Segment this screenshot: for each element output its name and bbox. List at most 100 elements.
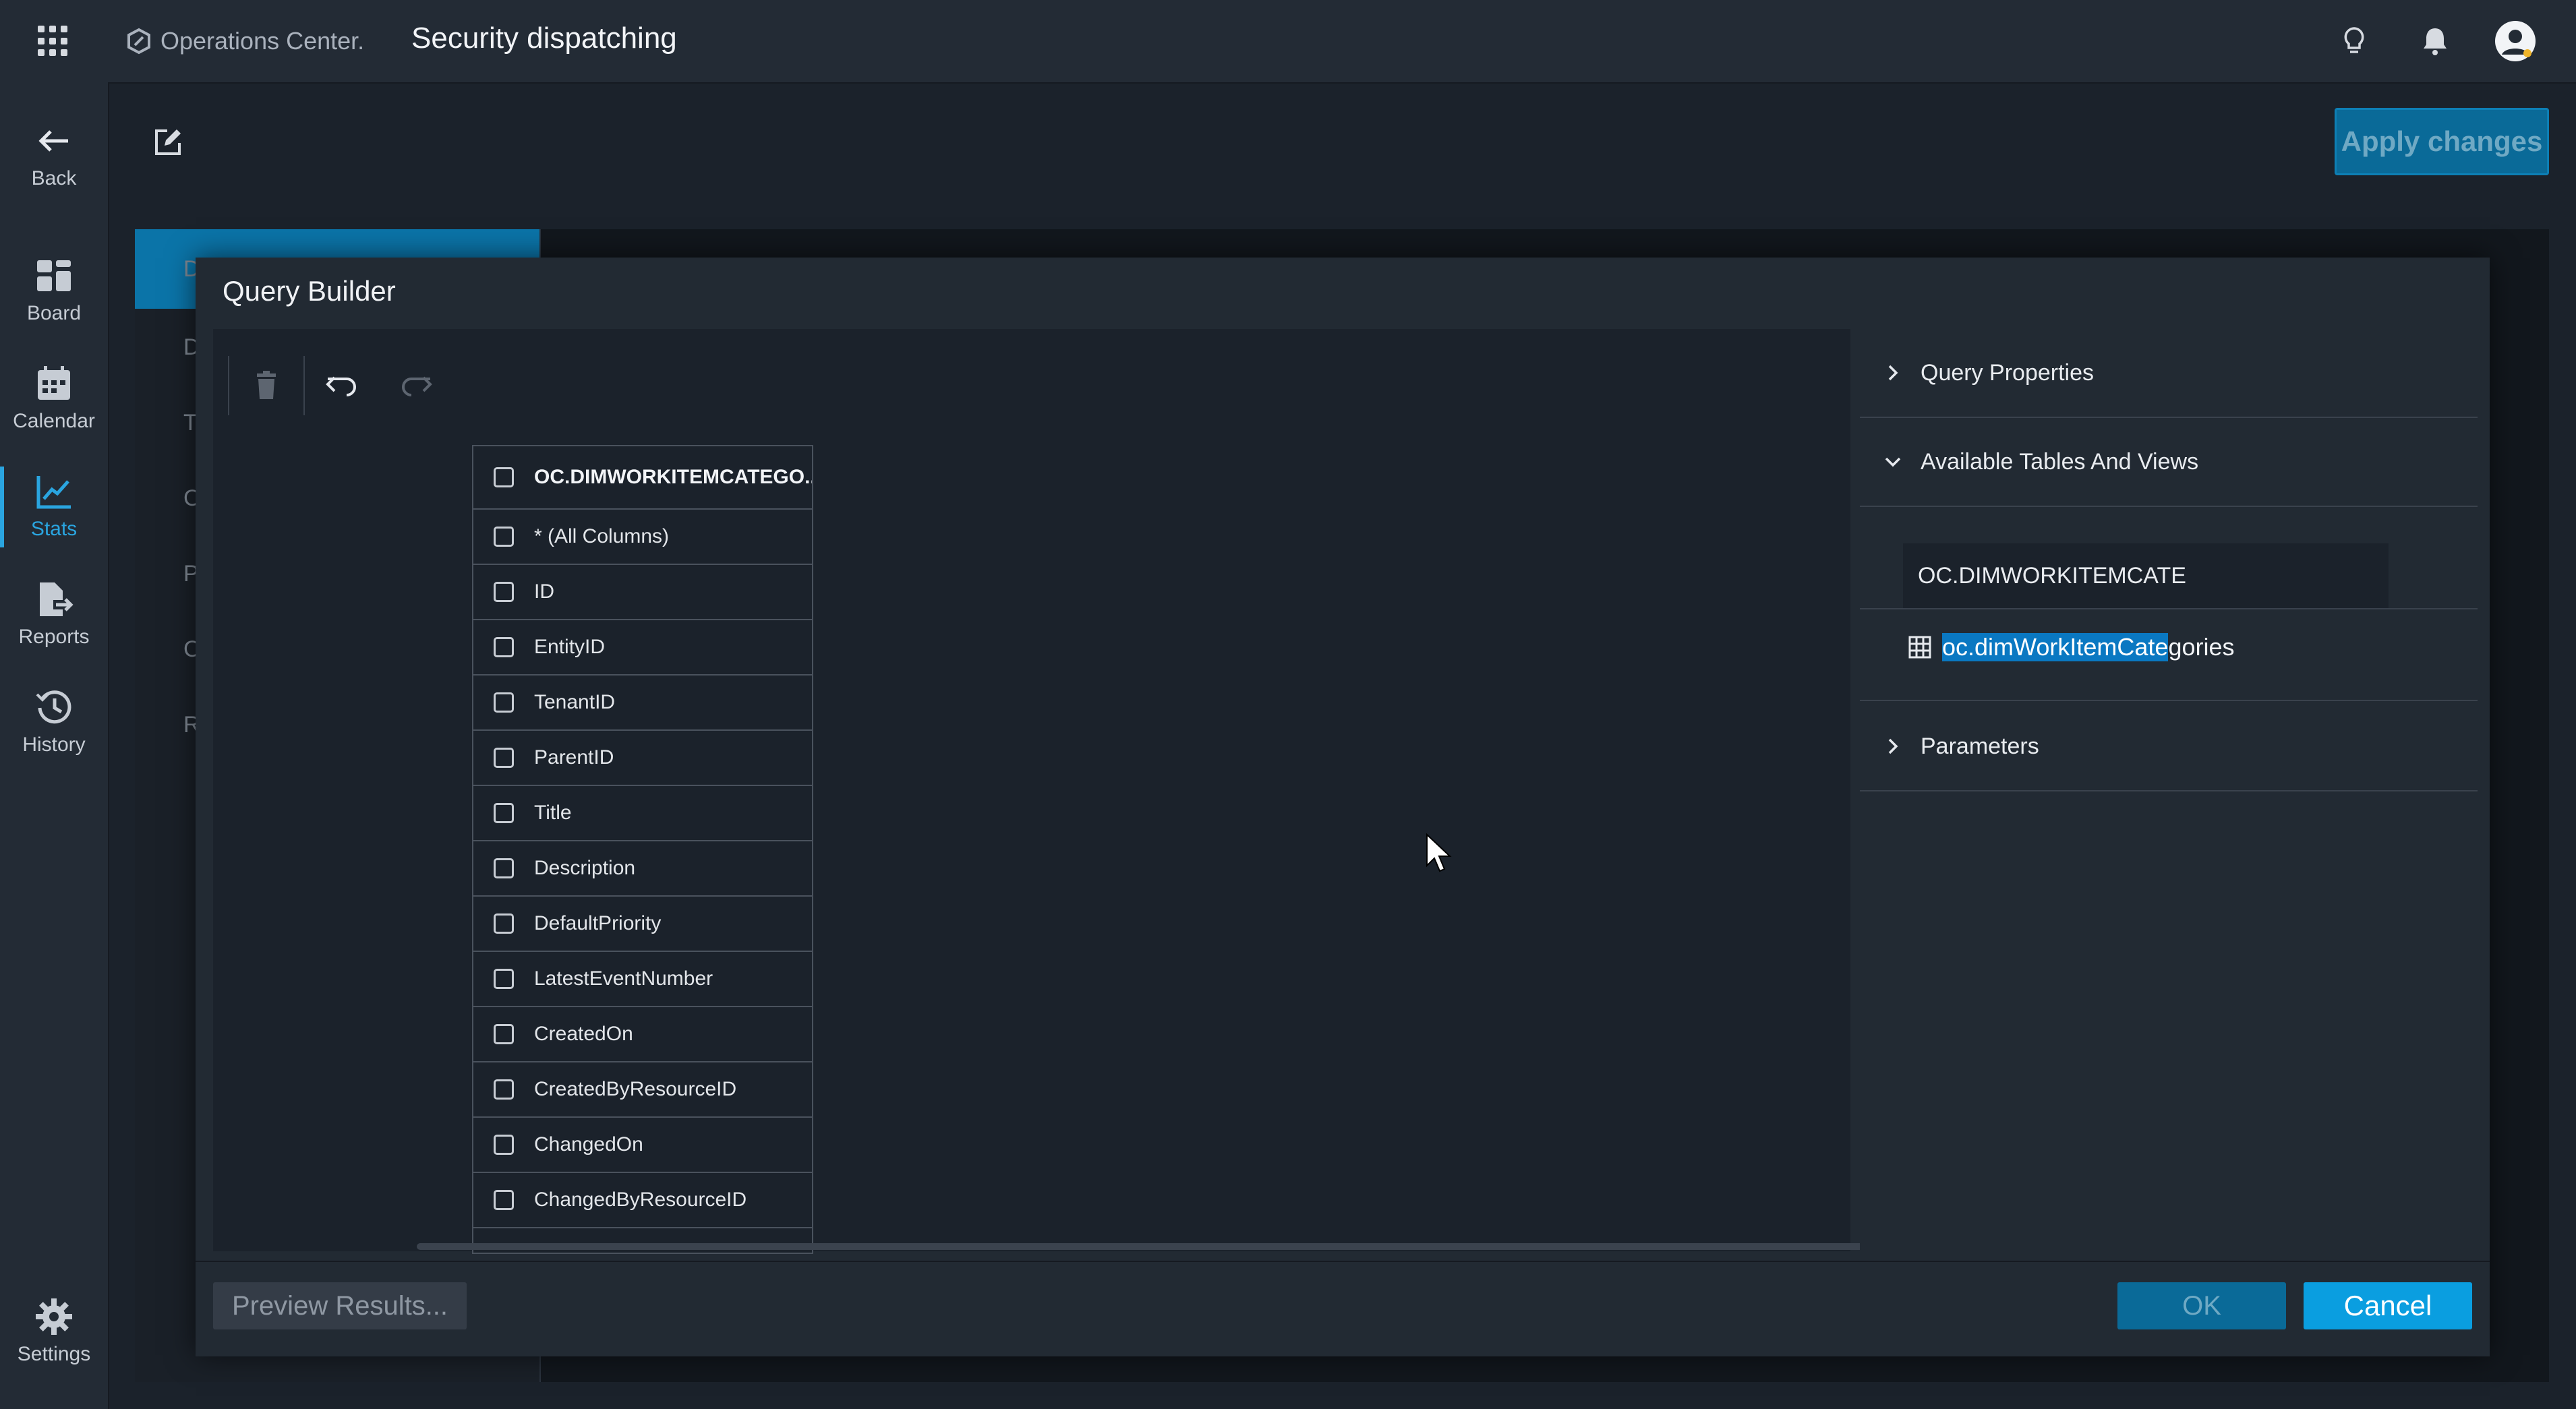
nav-calendar[interactable]: Calendar	[0, 349, 108, 444]
nav-history[interactable]: History	[0, 673, 108, 767]
column-checkbox[interactable]	[494, 692, 514, 713]
column-name: ParentID	[534, 746, 614, 769]
column-checkbox[interactable]	[494, 637, 514, 657]
column-row[interactable]: EntityID	[473, 620, 812, 676]
column-checkbox[interactable]	[494, 582, 514, 602]
column-checkbox[interactable]	[494, 748, 514, 768]
nav-settings[interactable]: Settings	[0, 1282, 108, 1377]
accordion-parameters[interactable]: Parameters	[1860, 702, 2478, 791]
trash-icon	[257, 371, 276, 399]
nav-reports-label: Reports	[18, 626, 90, 648]
column-name: Description	[534, 857, 636, 879]
apply-changes-button[interactable]: Apply changes	[2335, 108, 2549, 175]
top-bar: Operations Center. Security dispatching	[0, 0, 2576, 84]
table-select-checkbox[interactable]	[494, 467, 514, 487]
column-row[interactable]: * (All Columns)	[473, 510, 812, 565]
column-checkbox[interactable]	[494, 913, 514, 934]
table-name-match-highlight: oc.dimWorkItemCate	[1942, 633, 2169, 661]
table-grid-icon	[1908, 636, 1931, 659]
query-design-canvas[interactable]: OC.DIMWORKITEMCATEGO... * (All Columns) …	[213, 329, 1850, 1254]
nav-board[interactable]: Board	[0, 241, 108, 336]
nav-reports[interactable]: Reports	[0, 565, 108, 659]
accordion-label: Query Properties	[1921, 359, 2094, 386]
search-value: OC.DIMWORKITEMCATE	[1918, 562, 2186, 589]
undo-button[interactable]	[305, 356, 379, 415]
chevron-down-icon	[1885, 457, 1901, 467]
accordion-available-tables[interactable]: Available Tables And Views	[1860, 418, 2478, 507]
redo-button[interactable]	[379, 356, 453, 415]
column-checkbox[interactable]	[494, 527, 514, 547]
divider	[1860, 608, 2478, 609]
column-row[interactable]: Description	[473, 841, 812, 897]
column-row[interactable]: ChangedOn	[473, 1118, 812, 1173]
table-list-item[interactable]: oc.dimWorkItemCate gories	[1908, 627, 2235, 667]
column-name: CreatedByResourceID	[534, 1078, 737, 1100]
canvas-horizontal-scrollbar[interactable]	[405, 1239, 2023, 1254]
lightbulb-icon[interactable]	[2336, 23, 2372, 59]
column-checkbox[interactable]	[494, 1135, 514, 1155]
settings-gear-icon	[36, 1298, 72, 1335]
column-checkbox[interactable]	[494, 1190, 514, 1210]
nav-back-label: Back	[31, 167, 77, 189]
column-checkbox[interactable]	[494, 803, 514, 823]
nav-history-label: History	[22, 733, 86, 756]
column-name: LatestEventNumber	[534, 967, 713, 990]
column-row[interactable]: TenantID	[473, 676, 812, 731]
accordion-label: Parameters	[1921, 733, 2039, 759]
table-name-rest: gories	[2168, 633, 2235, 661]
reports-export-icon	[40, 582, 74, 616]
nav-settings-label: Settings	[17, 1343, 91, 1365]
dialog-title: Query Builder	[223, 275, 396, 307]
nav-board-label: Board	[26, 302, 82, 324]
brand-name: Operations Center.	[160, 27, 365, 55]
column-name: ChangedOn	[534, 1133, 643, 1156]
column-checkbox[interactable]	[494, 1024, 514, 1044]
nav-calendar-label: Calendar	[13, 410, 95, 432]
column-row[interactable]: ID	[473, 565, 812, 620]
nav-stats-label: Stats	[30, 518, 78, 540]
brand-logo: Operations Center.	[125, 24, 364, 58]
column-row[interactable]: DefaultPriority	[473, 897, 812, 952]
column-checkbox[interactable]	[494, 858, 514, 878]
column-row[interactable]: ChangedByResourceID	[473, 1173, 812, 1228]
board-icon	[37, 260, 71, 291]
left-navigation: Back Board Calendar Stats Reports Histor…	[0, 82, 109, 1409]
table-widget-dimworkitemcategories[interactable]: OC.DIMWORKITEMCATEGO... * (All Columns) …	[472, 445, 813, 1254]
nav-stats[interactable]: Stats	[0, 457, 108, 551]
history-clock-icon	[36, 690, 71, 724]
column-row[interactable]: LatestEventNumber	[473, 952, 812, 1007]
undo-icon	[326, 376, 356, 396]
delete-button[interactable]	[229, 356, 303, 415]
edit-pencil-icon[interactable]	[151, 125, 185, 159]
stats-chart-icon	[36, 476, 71, 509]
notifications-bell-icon[interactable]	[2417, 23, 2453, 59]
cancel-button[interactable]: Cancel	[2304, 1282, 2472, 1329]
properties-panel: Query Properties Available Tables And Vi…	[1860, 329, 2478, 1254]
arrow-left-icon	[38, 130, 68, 152]
calendar-icon	[38, 366, 70, 400]
column-name: ChangedByResourceID	[534, 1189, 747, 1211]
table-widget-header[interactable]: OC.DIMWORKITEMCATEGO...	[473, 446, 812, 510]
user-avatar-icon[interactable]	[2494, 20, 2537, 63]
accordion-label: Available Tables And Views	[1921, 448, 2199, 475]
scrollbar-thumb[interactable]	[417, 1243, 1989, 1250]
column-checkbox[interactable]	[494, 969, 514, 989]
column-row[interactable]: ParentID	[473, 731, 812, 786]
accordion-query-properties[interactable]: Query Properties	[1860, 329, 2478, 418]
column-row[interactable]: CreatedByResourceID	[473, 1062, 812, 1118]
app-launcher-icon[interactable]	[38, 26, 69, 57]
table-search-input[interactable]: OC.DIMWORKITEMCATE	[1903, 543, 2389, 608]
nav-back[interactable]: Back	[0, 107, 108, 201]
column-name: EntityID	[534, 636, 606, 658]
table-widget-title: OC.DIMWORKITEMCATEGO...	[534, 466, 813, 488]
column-name: Title	[534, 802, 572, 824]
column-name: TenantID	[534, 691, 616, 713]
column-row[interactable]: Title	[473, 786, 812, 841]
ok-button[interactable]: OK	[2117, 1282, 2286, 1329]
preview-results-button[interactable]: Preview Results...	[213, 1282, 467, 1329]
column-name: * (All Columns)	[534, 525, 670, 547]
column-row[interactable]: CreatedOn	[473, 1007, 812, 1062]
divider	[1860, 700, 2478, 701]
column-checkbox[interactable]	[494, 1079, 514, 1100]
column-name: ID	[534, 580, 554, 603]
